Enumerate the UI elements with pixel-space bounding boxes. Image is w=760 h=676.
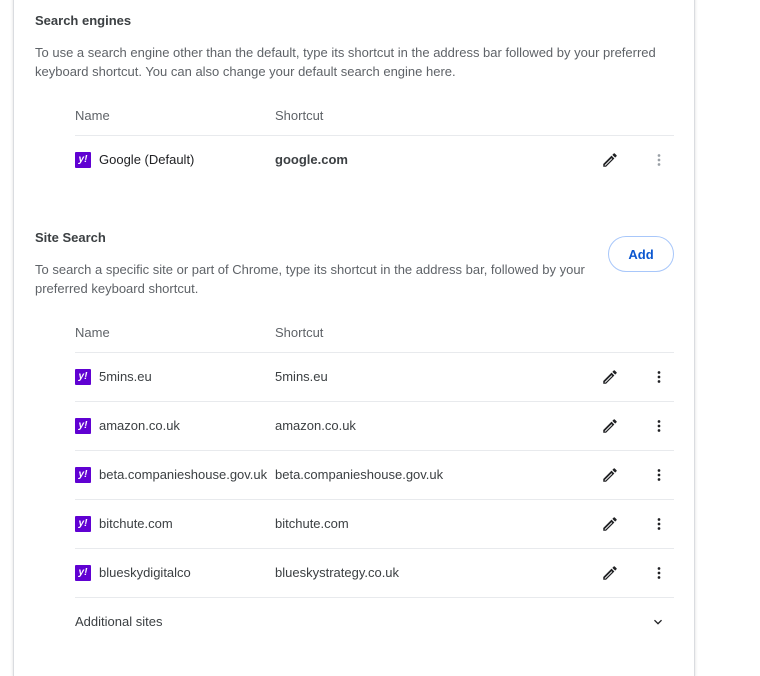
more-vert-icon [657, 518, 661, 530]
more-actions-button[interactable] [647, 365, 671, 389]
search-engines-description-line1: To use a search engine other than the de… [35, 45, 656, 60]
site-name: amazon.co.uk [99, 418, 180, 433]
more-actions-button[interactable] [647, 512, 671, 536]
pencil-icon [603, 566, 617, 580]
site-search-description: To search a specific site or part of Chr… [35, 260, 585, 298]
edit-button[interactable] [598, 512, 622, 536]
site-search-description-line2: preferred keyboard shortcut. [35, 281, 199, 296]
pencil-icon [603, 419, 617, 433]
site-search-row: y! blueskydigitalco blueskystrategy.co.u… [75, 549, 674, 597]
column-header-shortcut: Shortcut [275, 325, 324, 340]
search-engines-card: Search engines To use a search engine ot… [13, 0, 695, 676]
additional-sites-label: Additional sites [75, 614, 163, 629]
edit-button[interactable] [598, 561, 622, 585]
search-engine-row-google: y! Google (Default) google.com [75, 136, 674, 184]
pencil-icon [603, 370, 617, 384]
site-name: 5mins.eu [99, 369, 152, 384]
site-search-row: y! bitchute.com bitchute.com [75, 500, 674, 548]
more-vert-icon [657, 420, 661, 432]
edit-button[interactable] [598, 148, 622, 172]
site-search-row: y! beta.companieshouse.gov.uk beta.compa… [75, 451, 674, 499]
site-name: blueskydigitalco [99, 565, 191, 580]
more-vert-icon [657, 567, 661, 579]
more-actions-button[interactable] [647, 561, 671, 585]
yahoo-icon: y! [75, 152, 91, 168]
more-vert-icon [657, 469, 661, 481]
more-actions-button[interactable] [647, 414, 671, 438]
site-shortcut: beta.companieshouse.gov.uk [275, 467, 444, 482]
site-shortcut: blueskystrategy.co.uk [275, 565, 400, 580]
site-shortcut: amazon.co.uk [275, 418, 356, 433]
search-engines-title: Search engines [35, 13, 132, 28]
site-search-title: Site Search [35, 230, 106, 245]
site-name: bitchute.com [99, 516, 173, 531]
edit-button[interactable] [598, 365, 622, 389]
yahoo-icon: y! [75, 516, 91, 532]
search-engines-description-line2: keyboard shortcut. You can also change y… [35, 64, 456, 79]
chevron-down-icon [654, 619, 662, 625]
more-vert-icon [657, 371, 661, 383]
search-engine-shortcut: google.com [275, 152, 348, 167]
site-shortcut: bitchute.com [275, 516, 349, 531]
pencil-icon [603, 153, 617, 167]
site-shortcut: 5mins.eu [275, 369, 328, 384]
more-actions-button[interactable] [647, 148, 671, 172]
column-header-shortcut: Shortcut [275, 108, 324, 123]
search-engines-description: To use a search engine other than the de… [35, 43, 656, 81]
divider [75, 597, 674, 598]
site-search-row: y! amazon.co.uk amazon.co.uk [75, 402, 674, 450]
more-actions-button[interactable] [647, 463, 671, 487]
add-site-search-button[interactable]: Add [608, 236, 674, 272]
column-header-name: Name [75, 108, 110, 123]
pencil-icon [603, 517, 617, 531]
yahoo-icon: y! [75, 565, 91, 581]
column-header-name: Name [75, 325, 110, 340]
yahoo-icon: y! [75, 418, 91, 434]
search-engine-name: Google (Default) [99, 152, 195, 167]
edit-button[interactable] [598, 463, 622, 487]
more-vert-icon [657, 154, 661, 166]
pencil-icon [603, 468, 617, 482]
site-name: beta.companieshouse.gov.uk [99, 467, 268, 482]
site-search-description-line1: To search a specific site or part of Chr… [35, 262, 585, 277]
additional-sites-expander[interactable]: Additional sites [75, 602, 674, 642]
yahoo-icon: y! [75, 467, 91, 483]
site-search-row: y! 5mins.eu 5mins.eu [75, 353, 674, 401]
yahoo-icon: y! [75, 369, 91, 385]
edit-button[interactable] [598, 414, 622, 438]
